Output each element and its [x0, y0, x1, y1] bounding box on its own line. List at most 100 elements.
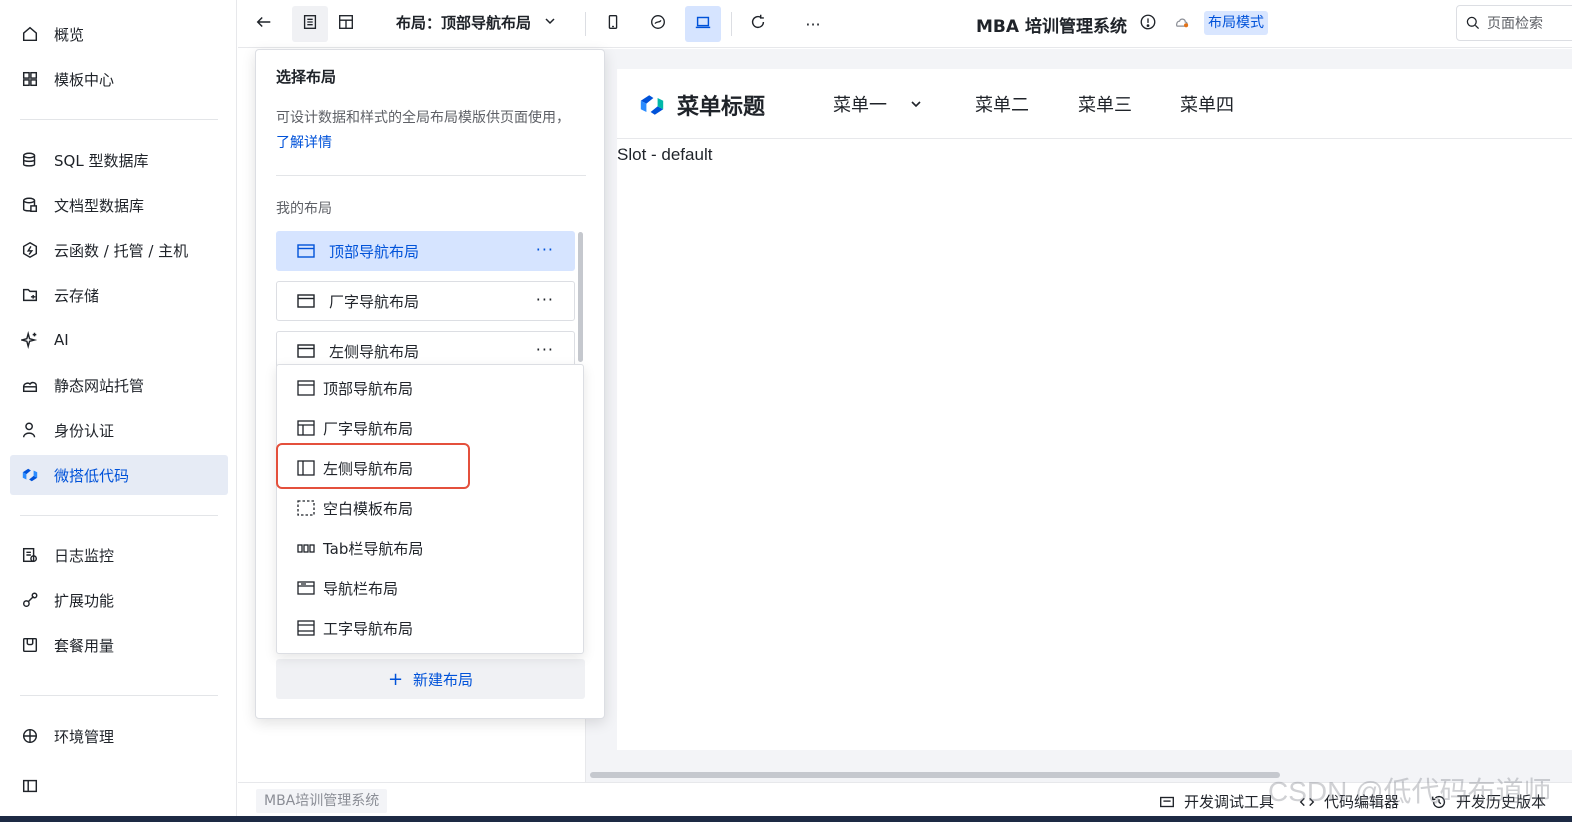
horizontal-scrollbar[interactable]: [590, 772, 1280, 778]
template-option-label: 空白模板布局: [323, 499, 414, 518]
more-options-icon[interactable]: ···: [536, 240, 554, 259]
mobile-preview-button[interactable]: [595, 6, 631, 42]
console-icon: [1158, 793, 1184, 811]
layout-selector[interactable]: 布局：顶部导航布局: [396, 12, 557, 33]
preview-menu-1[interactable]: 菜单一: [833, 91, 923, 117]
plus-icon: +: [387, 668, 404, 690]
template-option-label: 顶部导航布局: [323, 379, 414, 398]
app-info-button[interactable]: [1137, 13, 1159, 35]
mini-program-preview-button[interactable]: [640, 6, 676, 42]
sidebar-item-static-hosting[interactable]: 静态网站托管: [10, 365, 228, 405]
database-icon: [20, 150, 40, 170]
sidebar-item-log-monitor[interactable]: 日志监控: [10, 535, 228, 575]
sidebar-item-extensions[interactable]: 扩展功能: [10, 580, 228, 620]
template-option-label: 导航栏布局: [323, 579, 399, 598]
page-search-input[interactable]: 页面检索: [1456, 5, 1572, 41]
preview-menu-4[interactable]: 菜单四: [1180, 91, 1234, 117]
hosting-icon: [20, 375, 40, 395]
more-button[interactable]: ···: [795, 6, 831, 42]
highlight-annotation: [276, 443, 470, 489]
page-view-button[interactable]: [292, 6, 328, 42]
log-icon: [20, 545, 40, 565]
more-options-icon[interactable]: ···: [536, 340, 554, 359]
template-option-navbar[interactable]: 导航栏布局: [297, 575, 398, 601]
weda-logo-icon: [20, 465, 40, 485]
popover-description: 可设计数据和样式的全局布局模版供页面使用， 了解详情: [276, 106, 576, 156]
i-shape-layout-icon: [297, 619, 323, 637]
sidebar-item-cloud-storage[interactable]: 云存储: [10, 275, 228, 315]
mobile-icon: [604, 13, 622, 35]
sidebar-item-label: 云函数 / 托管 / 主机: [54, 241, 189, 260]
popover-scrollbar[interactable]: [578, 232, 583, 362]
preview-brand-title: 菜单标题: [677, 95, 766, 120]
new-layout-button[interactable]: + 新建布局: [276, 659, 585, 699]
more-options-icon[interactable]: ···: [536, 290, 554, 309]
cloud-icon: [1173, 13, 1191, 35]
preview-menu-label: 菜单四: [1180, 95, 1234, 116]
navbar-layout-icon: [297, 579, 323, 597]
popover-description-text: 可设计数据和样式的全局布局模版供页面使用，: [276, 110, 570, 126]
my-layout-top-nav[interactable]: 顶部导航布局 ···: [276, 231, 575, 271]
sidebar-item-label: 扩展功能: [54, 591, 115, 610]
layout-view-button[interactable]: [328, 6, 364, 42]
weda-logo-icon: [637, 91, 667, 119]
sidebar-item-label: 套餐用量: [54, 636, 115, 655]
watermark: CSDN @低代码布道师: [1268, 776, 1552, 807]
more-icon: ···: [805, 14, 821, 34]
sidebar-item-sql-database[interactable]: SQL 型数据库: [10, 140, 228, 180]
sidebar-item-document-database[interactable]: 文档型数据库: [10, 185, 228, 225]
sidebar-item-ai[interactable]: AI: [10, 320, 228, 360]
template-option-blank[interactable]: 空白模板布局: [297, 495, 413, 521]
function-icon: [20, 240, 40, 260]
my-layout-l-shape-nav[interactable]: 厂字导航布局 ···: [276, 281, 575, 321]
extension-icon: [20, 590, 40, 610]
desktop-preview-button[interactable]: [685, 6, 721, 42]
template-option-label: 厂字导航布局: [323, 419, 414, 438]
learn-more-link[interactable]: 了解详情: [276, 135, 332, 151]
layout-selector-label: 布局：顶部导航布局: [396, 14, 532, 32]
laptop-icon: [694, 13, 712, 35]
sidebar-item-label: 概览: [54, 25, 85, 44]
preview-menu-2[interactable]: 菜单二: [975, 91, 1029, 117]
collapse-sidebar-button[interactable]: [10, 766, 228, 806]
template-option-label: 工字导航布局: [323, 619, 414, 638]
sidebar-item-overview[interactable]: 概览: [10, 14, 228, 54]
sidebar-divider: [20, 119, 218, 120]
template-option-i-shape-nav[interactable]: 工字导航布局: [297, 615, 413, 641]
sidebar-item-identity[interactable]: 身份认证: [10, 410, 228, 450]
preview-menu-3[interactable]: 菜单三: [1078, 91, 1132, 117]
back-button[interactable]: [246, 6, 282, 42]
popover-title: 选择布局: [276, 68, 337, 86]
refresh-button[interactable]: [740, 6, 776, 42]
sidebar-item-label: 微搭低代码: [54, 466, 130, 485]
grid-icon: [20, 69, 40, 89]
sidebar-item-cloud-function[interactable]: 云函数 / 托管 / 主机: [10, 230, 228, 270]
search-icon: [1465, 15, 1481, 31]
slot-placeholder: Slot - default: [617, 145, 713, 164]
sidebar-item-package-usage[interactable]: 套餐用量: [10, 625, 228, 665]
user-icon: [20, 420, 40, 440]
package-icon: [20, 635, 40, 655]
sidebar-item-templates[interactable]: 模板中心: [10, 59, 228, 99]
sidebar-item-label: 身份认证: [54, 421, 115, 440]
sidebar-item-environment[interactable]: 环境管理: [10, 716, 228, 756]
document-database-icon: [20, 195, 40, 215]
layout-template-dropdown: 顶部导航布局 厂字导航布局 左侧导航布局 空白模板布局 Tab栏导航布局 导航栏…: [276, 364, 584, 654]
toolbar-divider: [731, 12, 732, 36]
app-title: MBA 培训管理系统: [976, 17, 1127, 37]
sparkle-icon: [20, 330, 40, 350]
template-option-tab-bar[interactable]: Tab栏导航布局: [297, 535, 423, 561]
refresh-icon: [749, 13, 767, 35]
template-option-l-shape-nav[interactable]: 厂字导航布局: [297, 415, 413, 441]
popover-divider: [276, 175, 586, 176]
cloud-sync-status[interactable]: [1170, 13, 1194, 35]
sidebar-item-weda-lowcode[interactable]: 微搭低代码: [10, 455, 228, 495]
template-option-top-nav[interactable]: 顶部导航布局: [297, 375, 413, 401]
blank-layout-icon: [297, 499, 323, 517]
collapse-sidebar-icon: [20, 776, 40, 796]
layout-card-label: 左侧导航布局: [329, 342, 420, 361]
template-option-label: Tab栏导航布局: [323, 539, 424, 558]
dev-tools-button[interactable]: 开发调试工具: [1158, 791, 1274, 812]
layout-card-label: 顶部导航布局: [329, 242, 420, 261]
info-icon: [1139, 13, 1157, 35]
